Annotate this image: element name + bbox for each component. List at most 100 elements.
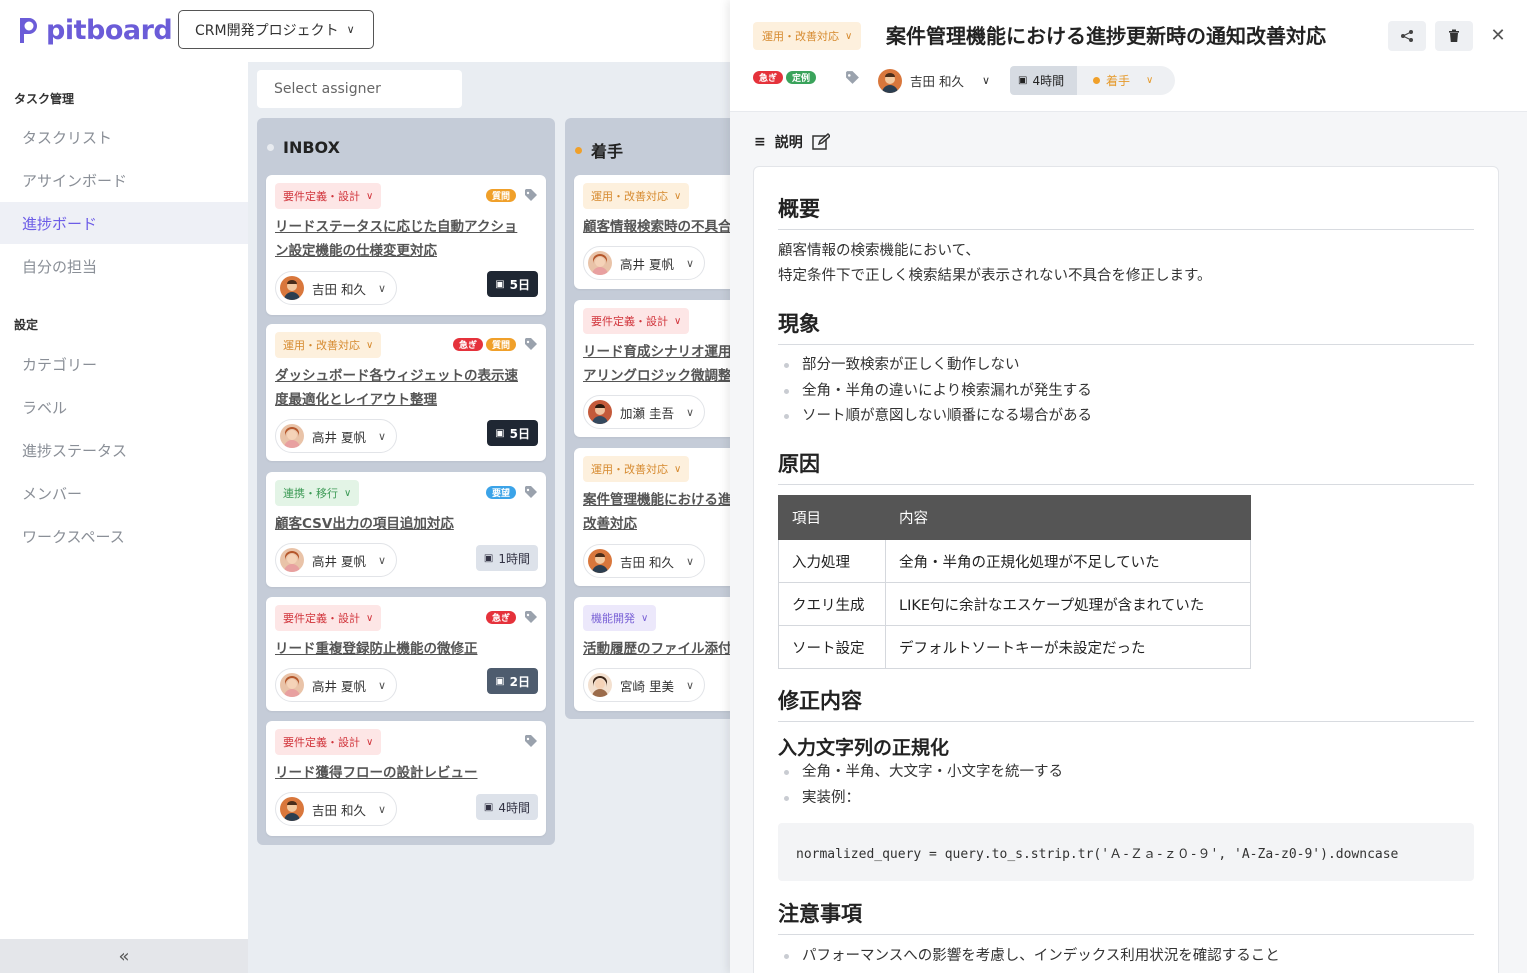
sidebar-item-progress-status[interactable]: 進捗ステータス bbox=[0, 429, 248, 471]
calendar-icon: ▣ bbox=[495, 427, 505, 439]
task-title[interactable]: リード重複登録防止機能の微修正 bbox=[275, 637, 534, 661]
category-dropdown[interactable]: 要件定義・設計 ∨ bbox=[275, 183, 382, 209]
label-badges: 要望 bbox=[485, 486, 516, 499]
category-dropdown[interactable]: 運用・改善対応 ∨ bbox=[275, 332, 382, 358]
chevron-down-icon: ∨ bbox=[377, 553, 387, 567]
task-title[interactable]: 顧客情報検索時の不具合 bbox=[583, 215, 745, 239]
calendar-icon: ▣ bbox=[495, 675, 505, 687]
sidebar-item-progress-board[interactable]: 進捗ボード bbox=[0, 202, 248, 244]
owner-select[interactable]: 吉田 和久 ∨ bbox=[583, 544, 706, 578]
estimate-value: 4時間 bbox=[1032, 74, 1065, 88]
task-card[interactable]: 運用・改善対応 ∨ 案件管理機能における進 改善対応 吉田 和久 ∨ bbox=[574, 448, 745, 586]
share-button[interactable] bbox=[1388, 21, 1426, 51]
detail-category-dropdown[interactable]: 運用・改善対応 ∨ bbox=[753, 22, 862, 50]
task-card[interactable]: 要件定義・設計 ∨ リード育成シナリオ運用 アリングロジック微調整 加瀬 圭吾 ∨ bbox=[574, 300, 745, 437]
detail-status-select[interactable]: 着手 ∨ bbox=[1077, 66, 1175, 95]
avatar bbox=[588, 400, 612, 424]
assignee-filter-input[interactable]: Select assigner bbox=[257, 70, 462, 108]
sidebar-item-assign-board[interactable]: アサインボード bbox=[0, 159, 248, 201]
column-title: 着手 bbox=[591, 142, 624, 161]
chevron-down-icon: ∨ bbox=[377, 678, 387, 692]
doc-list-notes: パフォーマンスへの影響を考慮し、インデックス利用状況を確認すること bbox=[778, 944, 1280, 970]
detail-label-badges: 急ぎ 定例 bbox=[753, 71, 817, 84]
task-title[interactable]: リード育成シナリオ運用 アリングロジック微調整 bbox=[583, 340, 745, 388]
owner-select[interactable]: 高井 夏帆 ∨ bbox=[583, 246, 706, 280]
estimate-value: 1時間 bbox=[498, 551, 530, 566]
doc-list-fix: 全角・半角、大文字・小文字を統一する 実装例： bbox=[778, 760, 1063, 811]
tag-icon[interactable] bbox=[524, 734, 538, 748]
task-title-line: 改善対応 bbox=[583, 516, 637, 532]
tag-icon[interactable] bbox=[524, 485, 538, 499]
task-title[interactable]: 活動履歴のファイル添付 bbox=[583, 637, 745, 661]
app-logo[interactable]: pitboard bbox=[16, 14, 173, 46]
tag-icon[interactable] bbox=[524, 188, 538, 202]
owner-select[interactable]: 宮崎 里美 ∨ bbox=[583, 668, 706, 702]
code-block: normalized_query = query.to_s.strip.tr('… bbox=[778, 823, 1474, 881]
avatar bbox=[280, 548, 304, 572]
task-card[interactable]: 機能開発 ∨ 活動履歴のファイル添付 宮崎 里美 ∨ bbox=[574, 597, 745, 711]
detail-estimate[interactable]: ▣ 4時間 bbox=[1010, 66, 1077, 95]
task-title-line: リードステータスに応じた自動アクショ bbox=[275, 219, 518, 235]
owner-select[interactable]: 高井 夏帆 ∨ bbox=[275, 419, 398, 453]
label-badge: 急ぎ bbox=[452, 338, 483, 351]
category-label: 要件定義・設計 bbox=[283, 736, 360, 749]
sidebar-item-workspace[interactable]: ワークスペース bbox=[0, 515, 248, 557]
task-title[interactable]: 顧客CSV出力の項目追加対応 bbox=[275, 512, 534, 536]
task-card[interactable]: 要件定義・設計 ∨ 急ぎ リード重複登録防止機能の微修正 高井 夏帆 ∨ ▣ 2日 bbox=[266, 597, 546, 711]
pitboard-logo-icon bbox=[20, 18, 37, 43]
table-header: 項目 bbox=[778, 495, 886, 540]
estimate-value: 4時間 bbox=[498, 800, 530, 815]
column-title: INBOX bbox=[283, 138, 340, 157]
sidebar-item-label[interactable]: ラベル bbox=[0, 386, 248, 428]
doc-line: 特定条件下で正しく検索結果が表示されない不具合を修正します。 bbox=[778, 268, 1212, 284]
task-title-line: リード育成シナリオ運用 bbox=[583, 344, 732, 360]
task-title[interactable]: 案件管理機能における進 改善対応 bbox=[583, 488, 745, 536]
task-title[interactable]: リードステータスに応じた自動アクショ ン設定機能の仕様変更対応 bbox=[275, 215, 534, 263]
calendar-icon: ▣ bbox=[495, 278, 505, 290]
sidebar-item-members[interactable]: メンバー bbox=[0, 472, 248, 514]
owner-select[interactable]: 高井 夏帆 ∨ bbox=[275, 543, 398, 577]
category-label: 要件定義・設計 bbox=[283, 190, 360, 203]
detail-header: 運用・改善対応 ∨ 案件管理機能における進捗更新時の通知改善対応 ✕ 急ぎ 定例 … bbox=[730, 0, 1527, 112]
sidebar-item-my-tasks[interactable]: 自分の担当 bbox=[0, 245, 248, 287]
calendar-icon: ▣ bbox=[483, 552, 494, 564]
owner-select[interactable]: 吉田 和久 ∨ bbox=[275, 271, 398, 305]
task-card[interactable]: 運用・改善対応 ∨ 顧客情報検索時の不具合 高井 夏帆 ∨ bbox=[574, 175, 745, 289]
category-dropdown[interactable]: 運用・改善対応 ∨ bbox=[583, 456, 690, 482]
owner-select[interactable]: 高井 夏帆 ∨ bbox=[275, 668, 398, 702]
category-dropdown[interactable]: 機能開発 ∨ bbox=[583, 605, 657, 631]
owner-select[interactable]: 吉田 和久 ∨ bbox=[275, 792, 398, 826]
task-card[interactable]: 運用・改善対応 ∨ 急ぎ 質問 ダッシュボード各ウィジェットの表示速 度最適化とレ… bbox=[266, 324, 546, 461]
tag-icon[interactable] bbox=[845, 70, 860, 85]
category-label: 機能開発 bbox=[591, 612, 635, 625]
close-button[interactable]: ✕ bbox=[1487, 24, 1509, 46]
delete-button[interactable] bbox=[1435, 21, 1473, 51]
detail-owner-select[interactable]: 吉田 和久 ∨ bbox=[876, 66, 996, 95]
category-dropdown[interactable]: 要件定義・設計 ∨ bbox=[583, 308, 690, 334]
owner-select[interactable]: 加瀬 圭吾 ∨ bbox=[583, 395, 706, 429]
owner-name: 宮崎 里美 bbox=[620, 678, 674, 694]
owner-name: 高井 夏帆 bbox=[312, 429, 366, 445]
tag-icon[interactable] bbox=[524, 610, 538, 624]
category-dropdown[interactable]: 要件定義・設計 ∨ bbox=[275, 605, 382, 631]
sidebar-item-category[interactable]: カテゴリー bbox=[0, 343, 248, 385]
chevron-down-icon: ∨ bbox=[1146, 75, 1154, 86]
task-title[interactable]: ダッシュボード各ウィジェットの表示速 度最適化とレイアウト整理 bbox=[275, 364, 534, 412]
task-title-line: ダッシュボード各ウィジェットの表示速 bbox=[275, 368, 518, 384]
category-dropdown[interactable]: 要件定義・設計 ∨ bbox=[275, 729, 382, 755]
project-select[interactable]: CRM開発プロジェクト ∨ bbox=[178, 10, 374, 49]
table-cell: 全角・半角の正規化処理が不足していた bbox=[885, 539, 1251, 583]
table-cell: クエリ生成 bbox=[778, 582, 886, 626]
sidebar-item-task-list[interactable]: タスクリスト bbox=[0, 116, 248, 158]
edit-icon[interactable] bbox=[811, 133, 830, 151]
task-title[interactable]: リード獲得フローの設計レビュー bbox=[275, 761, 534, 785]
category-dropdown[interactable]: 連携・移行 ∨ bbox=[275, 480, 360, 506]
task-card[interactable]: 要件定義・設計 ∨ 質問 リードステータスに応じた自動アクショ ン設定機能の仕様変… bbox=[266, 175, 546, 315]
task-card[interactable]: 連携・移行 ∨ 要望 顧客CSV出力の項目追加対応 高井 夏帆 ∨ ▣ 1時間 bbox=[266, 472, 546, 587]
sidebar-section-task: タスク管理 bbox=[14, 92, 75, 106]
detail-title[interactable]: 案件管理機能における進捗更新時の通知改善対応 bbox=[886, 20, 1326, 49]
category-dropdown[interactable]: 運用・改善対応 ∨ bbox=[583, 183, 690, 209]
tag-icon[interactable] bbox=[524, 337, 538, 351]
task-card[interactable]: 要件定義・設計 ∨ リード獲得フローの設計レビュー 吉田 和久 ∨ ▣ 4時間 bbox=[266, 721, 546, 836]
sidebar-collapse-button[interactable]: « bbox=[0, 939, 248, 973]
